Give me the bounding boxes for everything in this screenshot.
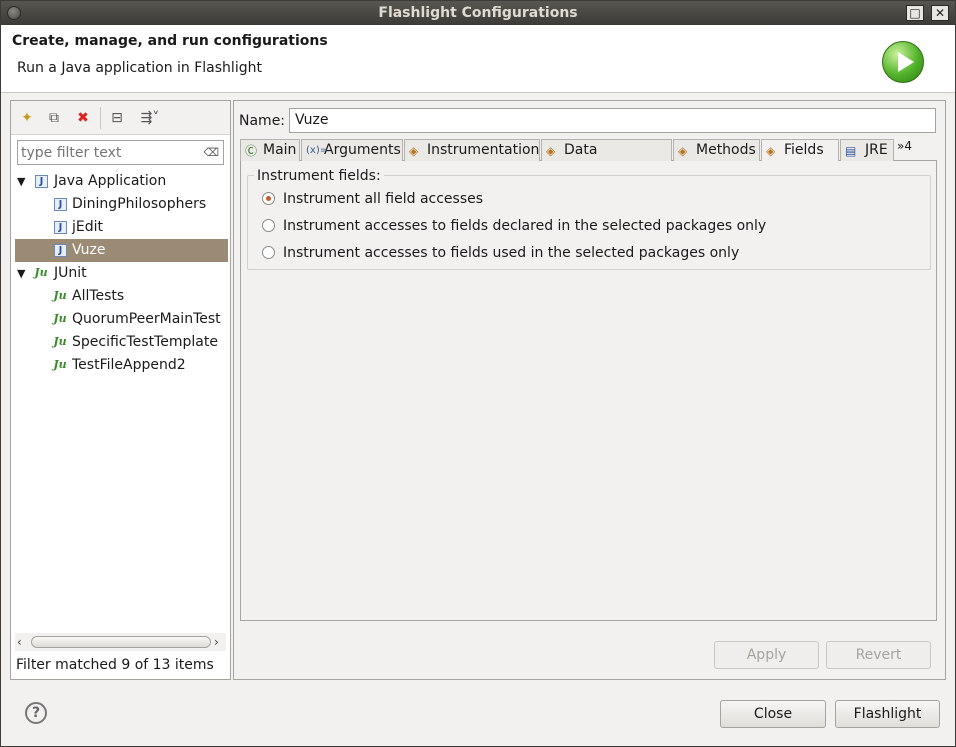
dialog-window: Flashlight Configurations □ ✕ Create, ma…	[0, 0, 956, 747]
filter-input[interactable]	[18, 141, 198, 164]
radio-label: Instrument accesses to fields used in th…	[283, 245, 740, 261]
java-app-icon: J	[54, 221, 67, 234]
radio-button[interactable]	[262, 246, 275, 259]
tree-node-diningphilosophers[interactable]: J DiningPhilosophers	[15, 193, 228, 216]
radio-used-in-packages[interactable]: Instrument accesses to fields used in th…	[256, 242, 739, 264]
java-app-icon: J	[54, 198, 67, 211]
tree-node-specifictesttemplate[interactable]: Ju SpecificTestTemplate	[15, 331, 228, 354]
expand-triangle-icon[interactable]: ▼	[17, 170, 29, 193]
radio-label: Instrument all field accesses	[283, 191, 484, 207]
tab-label: Methods	[696, 142, 756, 158]
duplicate-config-icon[interactable]: ⧉	[44, 108, 64, 128]
tree-node-label: QuorumPeerMainTest	[72, 311, 221, 327]
tree-node-label: jEdit	[72, 219, 104, 235]
instrument-fields-group: Instrument fields: Instrument all field …	[247, 168, 931, 270]
tree-node-java-application[interactable]: ▼ J Java Application	[15, 170, 228, 193]
junit-icon: Ju	[53, 312, 67, 325]
tab-instrumentation[interactable]: ◈ Instrumentation	[404, 139, 540, 161]
title-bar: Flashlight Configurations □ ✕	[1, 1, 955, 25]
junit-icon: Ju	[34, 266, 48, 279]
revert-button[interactable]: Revert	[826, 641, 931, 669]
name-input[interactable]: Vuze	[289, 108, 936, 133]
tree-node-label: JUnit	[54, 265, 87, 281]
radio-label: Instrument accesses to fields declared i…	[283, 218, 767, 234]
window-title: Flashlight Configurations	[378, 5, 578, 21]
filter-status: Filter matched 9 of 13 items	[16, 657, 214, 673]
java-app-icon: J	[35, 175, 48, 188]
tab-label: Fields	[784, 142, 824, 158]
flashlight-tab-icon: ◈	[409, 144, 419, 158]
config-tree: ▼ J Java Application J DiningPhilosopher…	[15, 170, 228, 377]
more-tabs-chevron[interactable]: »4	[897, 139, 912, 153]
fields-tab-panel: Instrument fields: Instrument all field …	[240, 161, 937, 621]
junit-icon: Ju	[53, 358, 67, 371]
tree-node-junit[interactable]: ▼ Ju JUnit	[15, 262, 228, 285]
scroll-left-icon[interactable]: ‹	[17, 633, 22, 651]
close-window-icon[interactable]: ✕	[931, 5, 949, 21]
scroll-thumb[interactable]	[31, 636, 211, 648]
junit-icon: Ju	[53, 335, 67, 348]
tree-node-label: DiningPhilosophers	[72, 196, 207, 212]
tree-node-label: TestFileAppend2	[72, 357, 186, 373]
header-title: Create, manage, and run configurations	[12, 33, 328, 49]
tab-label: Instrumentation	[427, 142, 540, 158]
tree-node-jedit[interactable]: J jEdit	[15, 216, 228, 239]
jre-tab-icon: ▤	[845, 144, 857, 158]
filter-field[interactable]: ⌫	[17, 140, 224, 165]
java-app-icon: J	[54, 244, 67, 257]
header-subtitle: Run a Java application in Flashlight	[17, 60, 262, 76]
tab-bar: Ⓒ Main (x)= Arguments ◈ Instrumentation …	[240, 139, 937, 178]
tree-node-label: AllTests	[72, 288, 125, 304]
tab-methods[interactable]: ◈ Methods	[673, 139, 760, 161]
filter-menu-icon[interactable]: ⇶˅	[135, 108, 165, 128]
tree-node-testfileappend2[interactable]: Ju TestFileAppend2	[15, 354, 228, 377]
maximize-icon[interactable]: □	[906, 5, 924, 21]
tab-data-collection[interactable]: ◈ Data Collection	[541, 139, 672, 178]
tab-arguments[interactable]: (x)= Arguments	[301, 139, 403, 161]
window-menu-icon[interactable]	[7, 6, 21, 20]
run-banner-icon	[882, 41, 924, 83]
tree-node-label: SpecificTestTemplate	[72, 334, 218, 350]
dialog-header: Create, manage, and run configurations R…	[1, 25, 955, 93]
toolbar-separator	[100, 107, 101, 129]
tab-label: Arguments	[324, 142, 401, 158]
flashlight-run-button[interactable]: Flashlight	[835, 700, 940, 728]
flashlight-tab-icon: ◈	[678, 144, 688, 158]
tab-jre[interactable]: ▤ JRE	[840, 139, 894, 161]
clear-filter-icon[interactable]: ⌫	[203, 146, 219, 159]
collapse-all-icon[interactable]: ⊟	[107, 108, 127, 128]
tree-node-label: Java Application	[54, 173, 167, 189]
radio-button[interactable]	[262, 192, 275, 205]
tab-fields[interactable]: ◈ Fields	[761, 139, 839, 162]
tab-label: JRE	[865, 142, 888, 158]
scroll-right-icon[interactable]: ›	[214, 633, 219, 651]
tab-main[interactable]: Ⓒ Main	[240, 139, 300, 161]
main-tab-icon: Ⓒ	[245, 144, 258, 158]
horizontal-scrollbar[interactable]: ‹ ›	[15, 633, 226, 651]
delete-config-icon[interactable]: ✖	[73, 108, 93, 128]
configuration-list-panel: ✦ ⧉ ✖ ⊟ ⇶˅ ⌫ ▼ J Java Application J Dini…	[10, 100, 231, 680]
radio-button[interactable]	[262, 219, 275, 232]
tree-node-alltests[interactable]: Ju AllTests	[15, 285, 228, 308]
help-icon[interactable]: ?	[25, 702, 47, 724]
junit-icon: Ju	[53, 289, 67, 302]
config-toolbar: ✦ ⧉ ✖ ⊟ ⇶˅	[11, 101, 230, 135]
group-label: Instrument fields:	[254, 168, 384, 184]
new-config-icon[interactable]: ✦	[17, 108, 37, 128]
name-label: Name:	[239, 113, 286, 129]
tab-label: Main	[263, 142, 297, 158]
close-button[interactable]: Close	[720, 700, 826, 728]
radio-declared-in-packages[interactable]: Instrument accesses to fields declared i…	[256, 215, 766, 237]
flashlight-tab-icon: ◈	[766, 144, 776, 158]
arguments-tab-icon: (x)=	[306, 145, 329, 156]
tree-node-label: Vuze	[72, 242, 106, 258]
flashlight-tab-icon: ◈	[546, 144, 556, 158]
tree-node-quorumpeermaintest[interactable]: Ju QuorumPeerMainTest	[15, 308, 228, 331]
tree-node-vuze[interactable]: J Vuze	[15, 239, 228, 262]
expand-triangle-icon[interactable]: ▼	[17, 262, 29, 285]
apply-button[interactable]: Apply	[714, 641, 819, 669]
radio-all-field-accesses[interactable]: Instrument all field accesses	[256, 188, 483, 210]
configuration-editor-panel: Name: Vuze Ⓒ Main (x)= Arguments ◈ Instr…	[233, 100, 946, 680]
